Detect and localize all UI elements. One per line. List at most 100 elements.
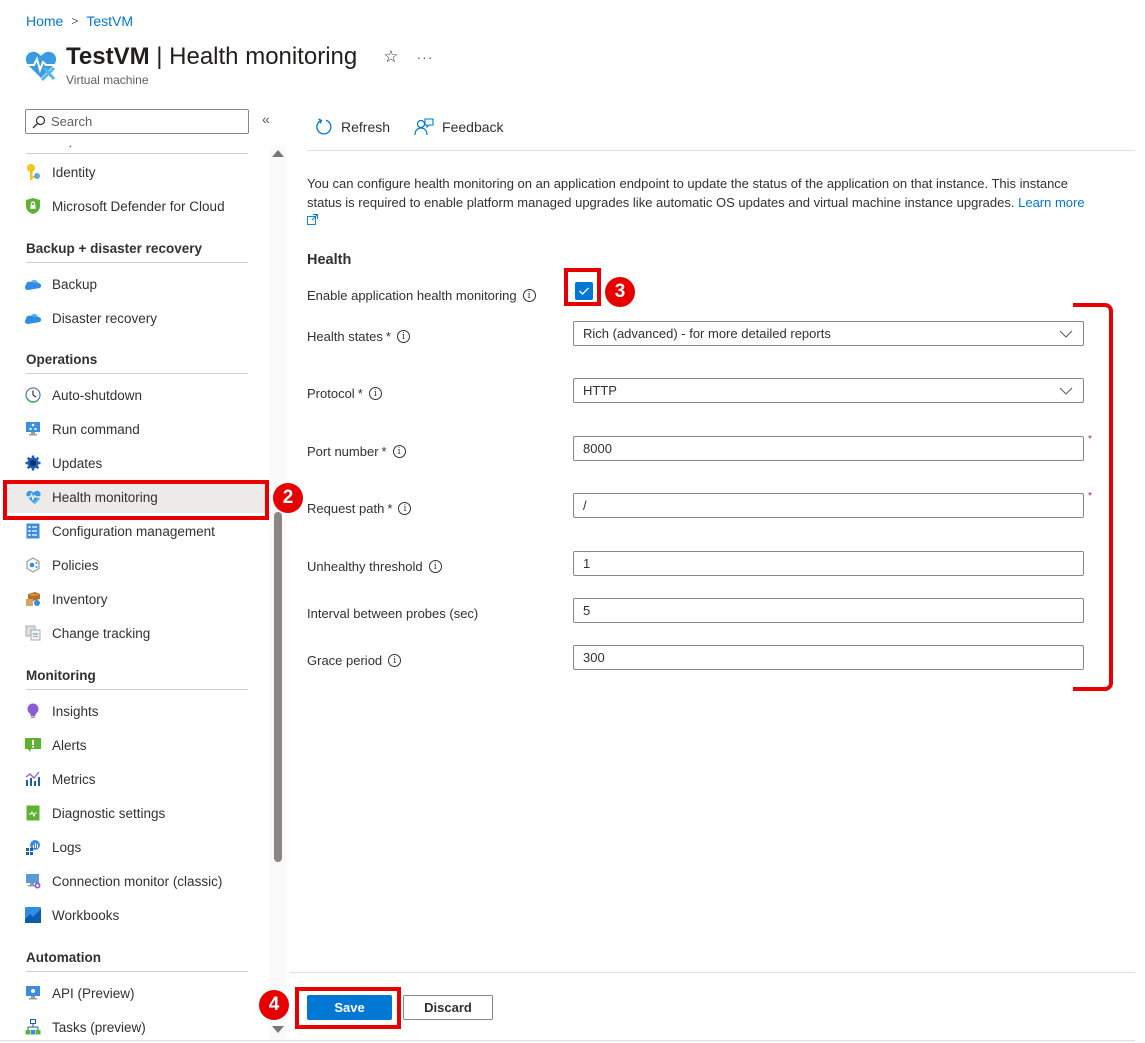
info-icon[interactable]: i (392, 445, 406, 458)
workbook-icon (24, 906, 42, 924)
info-icon[interactable]: i (428, 560, 442, 573)
tasks-icon (24, 1018, 42, 1036)
sidebar-item-diagnostic-settings[interactable]: Diagnostic settings (4, 797, 266, 829)
heart-pulse-icon (25, 51, 57, 82)
sidebar-item-metrics[interactable]: Metrics (4, 763, 266, 795)
info-icon[interactable]: i (396, 330, 410, 343)
unhealthy-threshold-label: Unhealthy threshold i (307, 559, 442, 574)
sidebar-item-auto-shutdown[interactable]: Auto-shutdown (4, 379, 266, 411)
annotation-highlight-checkbox (564, 268, 601, 306)
interval-field[interactable] (573, 598, 1084, 623)
request-path-input[interactable] (583, 498, 1063, 513)
collapse-sidebar-icon[interactable]: « (262, 111, 270, 127)
lightbulb-icon (24, 702, 42, 720)
grace-period-input[interactable] (583, 650, 1063, 665)
breadcrumb: Home > TestVM (26, 13, 133, 29)
health-states-label: Health states * i (307, 329, 410, 344)
sidebar-item-workbooks[interactable]: Workbooks (4, 899, 266, 931)
annotation-badge-2: 2 (273, 483, 303, 513)
enable-health-label: Enable application health monitoring i (307, 288, 536, 303)
scroll-up-arrow-icon[interactable] (272, 150, 284, 157)
diagnostic-icon (24, 804, 42, 822)
port-number-input[interactable] (583, 441, 1063, 456)
policy-icon (24, 556, 42, 574)
monitor-icon (24, 420, 42, 438)
sidebar-item-defender[interactable]: Microsoft Defender for Cloud (4, 190, 266, 222)
protocol-dropdown[interactable]: HTTP (573, 378, 1084, 403)
section-operations: Operations (26, 352, 248, 374)
sidebar-search-input[interactable] (51, 114, 231, 129)
protocol-label: Protocol * i (307, 386, 382, 401)
annotation-bracket-fields (1073, 303, 1113, 691)
external-link-icon (307, 214, 318, 225)
annotation-highlight-health-monitoring (3, 480, 269, 520)
breadcrumb-testvm[interactable]: TestVM (86, 13, 133, 29)
unhealthy-threshold-field[interactable] (573, 551, 1084, 576)
section-backup: Backup + disaster recovery (26, 241, 248, 263)
info-icon[interactable]: i (398, 502, 412, 515)
search-icon (32, 115, 46, 128)
sidebar-item-alerts[interactable]: Alerts (4, 729, 266, 761)
sidebar-item-tasks-preview[interactable]: Tasks (preview) (4, 1011, 266, 1043)
sidebar-search[interactable] (25, 109, 249, 134)
sidebar-scroll-thumb[interactable] (274, 512, 282, 862)
annotation-highlight-save (295, 987, 401, 1029)
page-description: You can configure health monitoring on a… (307, 175, 1087, 231)
page-title: TestVM | Health monitoring (66, 43, 358, 70)
favorite-star-icon[interactable]: ☆ (383, 47, 398, 67)
health-states-dropdown[interactable]: Rich (advanced) - for more detailed repo… (573, 321, 1084, 346)
api-monitor-icon (24, 984, 42, 1002)
request-path-label: Request path * i (307, 501, 412, 516)
info-icon[interactable]: i (522, 289, 536, 302)
cloud-recovery-icon (24, 309, 42, 327)
sidebar-item-api-preview[interactable]: API (Preview) (4, 977, 266, 1009)
feedback-icon (414, 118, 434, 136)
sidebar-item-disaster-recovery[interactable]: Disaster recovery (4, 302, 266, 334)
annotation-badge-3: 3 (605, 277, 635, 307)
feedback-button[interactable]: Feedback (406, 118, 504, 136)
more-options-icon[interactable]: ··· (417, 49, 434, 65)
refresh-button[interactable]: Refresh (307, 118, 390, 136)
sidebar-item-insights[interactable]: Insights (4, 695, 266, 727)
sidebar-item-policies[interactable]: Policies (4, 549, 266, 581)
info-icon[interactable]: i (388, 654, 402, 667)
unhealthy-threshold-input[interactable] (583, 556, 1063, 571)
section-automation: Automation (26, 950, 248, 972)
clock-icon (24, 386, 42, 404)
cloud-backup-icon (24, 275, 42, 293)
divider (26, 153, 248, 154)
sidebar-item-logs[interactable]: Logs (4, 831, 266, 863)
sidebar-item-backup[interactable]: Backup (4, 268, 266, 300)
section-monitoring: Monitoring (26, 668, 248, 690)
refresh-icon (316, 118, 332, 135)
sidebar-item-change-tracking[interactable]: Change tracking (4, 617, 266, 649)
breadcrumb-home[interactable]: Home (26, 13, 63, 29)
boxes-icon (24, 590, 42, 608)
grace-period-label: Grace period i (307, 653, 402, 668)
discard-button[interactable]: Discard (403, 995, 493, 1020)
connection-monitor-icon (24, 872, 42, 890)
sidebar-item-inventory[interactable]: Inventory (4, 583, 266, 615)
key-icon (24, 163, 42, 181)
port-number-label: Port number * i (307, 444, 406, 459)
port-number-field[interactable] (573, 436, 1084, 461)
request-path-field[interactable] (573, 493, 1084, 518)
info-icon[interactable]: i (368, 387, 382, 400)
sidebar-item-updates[interactable]: Updates (4, 447, 266, 479)
scroll-down-arrow-icon[interactable] (272, 1026, 284, 1033)
interval-input[interactable] (583, 603, 1063, 618)
chevron-down-icon (1059, 330, 1073, 338)
sidebar-item-identity[interactable]: Identity (4, 156, 266, 188)
command-bar: Refresh Feedback (307, 118, 1135, 151)
interval-label: Interval between probes (sec) (307, 606, 479, 621)
chart-icon (24, 770, 42, 788)
chevron-down-icon (1059, 387, 1073, 395)
truncated-item-mark: ˏ (68, 134, 72, 148)
checklist-icon (24, 522, 42, 540)
sidebar-item-connection-monitor[interactable]: Connection monitor (classic) (4, 865, 266, 897)
shield-icon (24, 197, 42, 215)
page-header: TestVM | Health monitoring ☆ ··· Virtual… (24, 42, 434, 87)
grace-period-field[interactable] (573, 645, 1084, 670)
sidebar-item-run-command[interactable]: Run command (4, 413, 266, 445)
logs-icon (24, 838, 42, 856)
